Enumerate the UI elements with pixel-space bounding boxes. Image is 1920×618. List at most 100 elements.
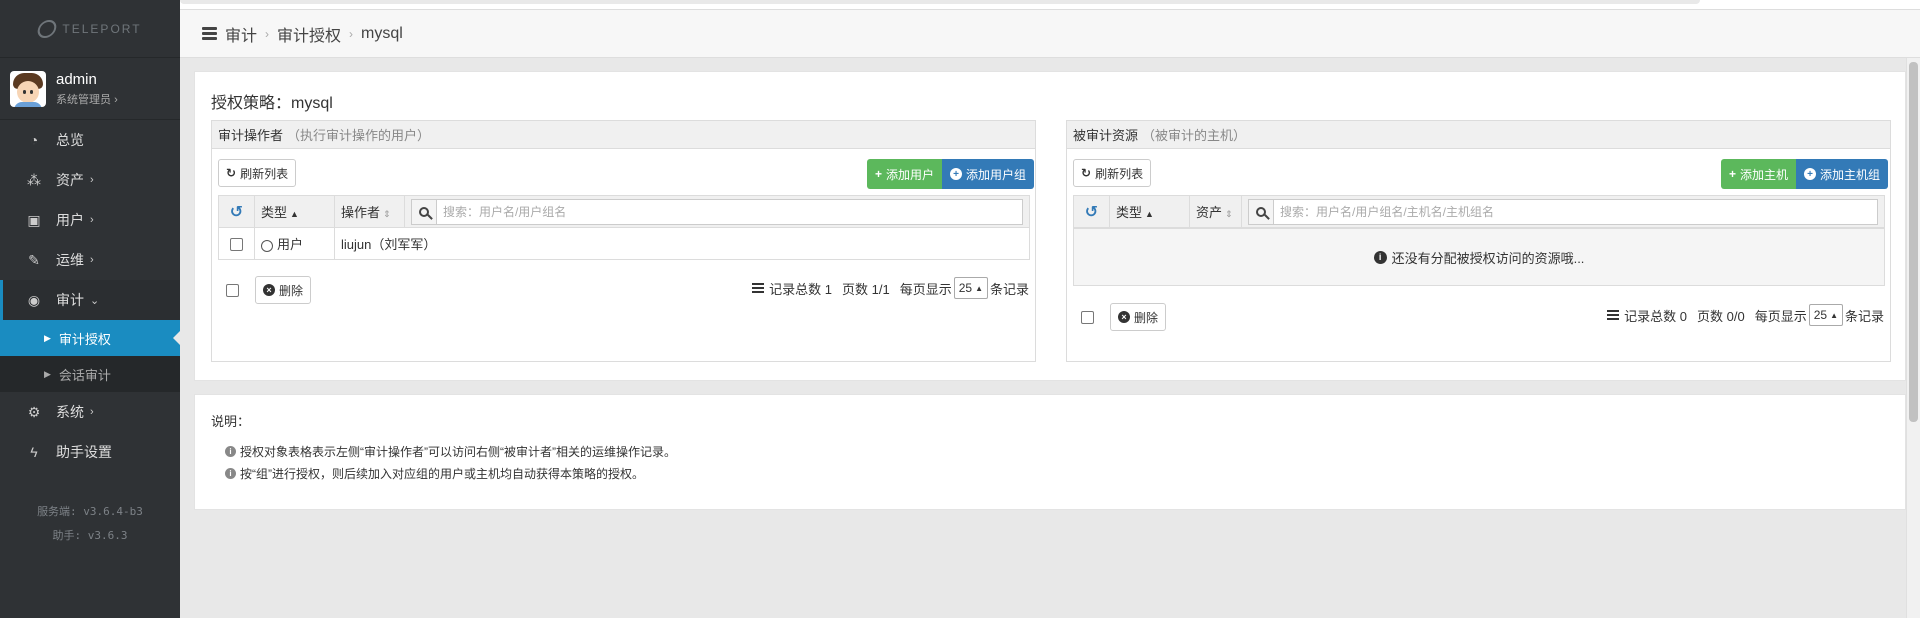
resources-title: 被审计资源 (1073, 128, 1139, 143)
column-header-type[interactable]: 类型 ▲ (1109, 195, 1190, 228)
sidebar-item-label: 资产 (56, 172, 84, 188)
refresh-icon: ↻ (226, 166, 237, 180)
page-title: 授权策略：mysql (211, 95, 333, 112)
page-size-value: 25 (1813, 308, 1828, 322)
column-header-type[interactable]: 类型 ▲ (254, 195, 335, 228)
breadcrumb-item[interactable]: 审计 (225, 22, 257, 46)
sidebar-item-assist[interactable]: ϟ 助手设置 (0, 432, 180, 472)
undo-icon: ↺ (229, 203, 244, 221)
select-all-row: × 删除 (1081, 302, 1167, 332)
sidebar-subitem-session-audit[interactable]: ▶ 会话审计 (0, 356, 180, 392)
per-page-suffix: 条记录 (989, 281, 1029, 297)
sidebar-item-label: 运维 (56, 252, 84, 268)
table-reset-cell[interactable]: ↺ (218, 195, 255, 228)
sidebar-item-audit[interactable]: ◉ 审计 ⌄ (0, 280, 180, 320)
sidebar: TELEPORT admin 系统管理员 › ◔ 总览 ⁂ 资产 › ▣ 用户 … (0, 0, 180, 618)
search-icon[interactable] (1249, 199, 1274, 224)
sort-up-icon: ▲ (290, 209, 299, 219)
column-label: 资产 (1196, 205, 1223, 220)
refresh-label: 刷新列表 (240, 166, 289, 181)
column-header-asset[interactable]: 资产 ⇕ (1189, 195, 1242, 228)
scrollbar-thumb[interactable] (1909, 62, 1918, 422)
note-text: 授权对象表格表示左侧“审计操作者”可以访问右侧“被审计者”相关的运维操作记录。 (240, 445, 676, 459)
column-header-operator[interactable]: 操作者 ⇕ (334, 195, 405, 228)
select-all-checkbox[interactable] (226, 283, 239, 297)
sidebar-item-users[interactable]: ▣ 用户 › (0, 200, 180, 240)
row-checkbox[interactable] (230, 238, 243, 252)
sidebar-item-overview[interactable]: ◔ 总览 (0, 120, 180, 160)
chevron-right-icon: › (114, 93, 118, 106)
operators-title: 审计操作者 (218, 128, 284, 143)
search-input[interactable] (1274, 199, 1877, 224)
operators-box: 审计操作者 （执行审计操作的用户） ↻ 刷新列表 + 添加用户 + 添加用户组 ↺ … (211, 120, 1036, 362)
total-records: 记录总数 1 (769, 281, 832, 297)
select-all-row: × 删除 (226, 275, 312, 305)
undo-icon: ↺ (1084, 203, 1099, 221)
wrench-icon: ✎ (28, 251, 40, 268)
plus-icon: + (1729, 167, 1737, 181)
vertical-scrollbar[interactable] (1906, 58, 1920, 618)
sidebar-subitem-audit-auth[interactable]: ▶ 审计授权 (0, 320, 180, 356)
empty-text: 还没有分配被授权访问的资源哦... (1391, 250, 1585, 266)
operators-table: ↺ 类型▲ 操作者⇕ 用户 liujun（刘军军） (218, 195, 1030, 260)
version-info: 服务端: v3.6.4-b3 助手: v3.6.3 (0, 500, 180, 548)
refresh-label: 刷新列表 (1095, 166, 1144, 181)
dashboard-icon: ◔ (29, 132, 39, 148)
sidebar-nav: ◔ 总览 ⁂ 资产 › ▣ 用户 › ✎ 运维 › ◉ 审计 ⌄ ▶ 审计授权 … (0, 120, 180, 472)
pagination: 记录总数 0 页数 0/0 每页显示 25 ▲ 条记录 (1607, 300, 1884, 330)
per-page-suffix: 条记录 (1844, 308, 1884, 324)
note-item: i 授权对象表格表示左侧“审计操作者”可以访问右侧“被审计者”相关的运维操作记录… (225, 443, 676, 460)
add-user-button[interactable]: + 添加用户 (867, 159, 943, 189)
operators-hint: （执行审计操作的用户） (287, 128, 431, 143)
plus-circle-icon: + (1804, 168, 1817, 180)
sidebar-item-ops[interactable]: ✎ 运维 › (0, 240, 180, 280)
chevron-right-icon: › (90, 406, 94, 418)
table-row[interactable]: 用户 liujun（刘军军） (218, 227, 1030, 260)
avatar (10, 70, 46, 107)
sidebar-item-assets[interactable]: ⁂ 资产 › (0, 160, 180, 200)
list-icon (1607, 310, 1620, 320)
times-circle-icon: × (1118, 311, 1130, 323)
operators-search (411, 198, 1023, 225)
teleport-logo-icon (36, 19, 59, 38)
total-records: 记录总数 0 (1624, 308, 1687, 324)
refresh-button[interactable]: ↻ 刷新列表 (1073, 159, 1152, 187)
notes-title: 说明： (211, 414, 251, 429)
refresh-button[interactable]: ↻ 刷新列表 (218, 159, 297, 187)
add-host-group-button[interactable]: + 添加主机组 (1796, 159, 1889, 189)
add-host-button[interactable]: + 添加主机 (1721, 159, 1797, 189)
user-role[interactable]: 系统管理员 › (56, 91, 118, 107)
chevron-right-icon: › (265, 26, 270, 41)
select-all-checkbox[interactable] (1081, 310, 1094, 324)
assist-version: 助手: v3.6.3 (52, 529, 128, 542)
caret-up-icon: ▲ (975, 283, 983, 293)
table-reset-cell[interactable]: ↺ (1073, 195, 1110, 228)
chevron-right-icon: › (90, 214, 94, 226)
delete-button[interactable]: × 删除 (255, 276, 312, 304)
search-input[interactable] (436, 199, 1022, 224)
search-icon[interactable] (412, 199, 437, 224)
times-circle-icon: × (263, 284, 275, 296)
breadcrumb: 审计 › 审计授权 › mysql (180, 10, 1920, 58)
add-user-label: 添加用户 (886, 167, 935, 182)
page-size-select[interactable]: 25 ▲ (953, 277, 988, 299)
operators-add-group: + 添加用户 + 添加用户组 (867, 159, 1035, 189)
row-checkbox-cell (218, 227, 255, 260)
sidebar-item-system[interactable]: ⚙ 系统 › (0, 392, 180, 432)
delete-button[interactable]: × 删除 (1110, 303, 1167, 331)
per-page-prefix: 每页显示 (1754, 308, 1807, 324)
plus-icon: + (875, 167, 883, 181)
sidebar-subitem-label: 会话审计 (58, 367, 111, 383)
breadcrumb-item[interactable]: 审计授权 (277, 22, 341, 46)
resources-box: 被审计资源 （被审计的主机） ↻ 刷新列表 + 添加主机 + 添加主机组 ↺ 类型 ▲… (1066, 120, 1891, 362)
brand-logo[interactable]: TELEPORT (0, 0, 180, 58)
user-circle-icon (261, 239, 273, 252)
resources-add-group: + 添加主机 + 添加主机组 (1721, 159, 1889, 189)
add-user-group-button[interactable]: + 添加用户组 (942, 159, 1035, 189)
column-label: 操作者 (341, 205, 381, 220)
note-item: i 按“组”进行授权，则后续加入对应组的用户或主机均自动获得本策略的授权。 (225, 465, 644, 482)
sort-up-icon: ▲ (1145, 209, 1154, 219)
user-box[interactable]: admin 系统管理员 › (0, 58, 180, 120)
page-size-select[interactable]: 25 ▲ (1808, 304, 1843, 326)
server-version: 服务端: v3.6.4-b3 (37, 505, 143, 518)
